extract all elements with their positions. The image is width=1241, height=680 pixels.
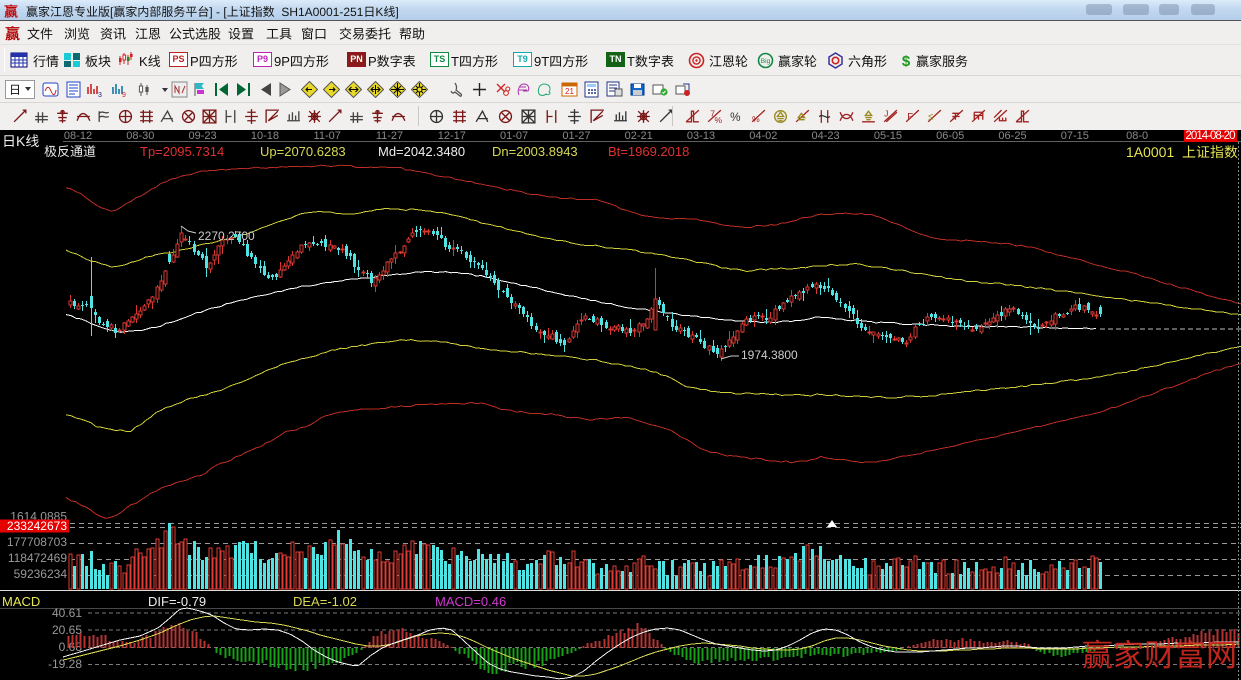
svg-text:10-18: 10-18	[251, 130, 279, 142]
svg-text:1974.3800: 1974.3800	[741, 348, 798, 362]
svg-text:12-17: 12-17	[438, 130, 466, 142]
svg-text:08-0: 08-0	[1126, 130, 1148, 142]
svg-text:05-15: 05-15	[874, 130, 902, 142]
svg-text:04-02: 04-02	[749, 130, 777, 142]
svg-text:233242673: 233242673	[7, 519, 67, 533]
svg-text:11-07: 11-07	[314, 130, 341, 142]
svg-text:MACD=0.46: MACD=0.46	[435, 594, 506, 609]
svg-text:07-15: 07-15	[1061, 130, 1089, 142]
svg-text:02-21: 02-21	[625, 130, 653, 142]
svg-text:11-27: 11-27	[376, 130, 403, 142]
svg-text:177708703: 177708703	[7, 535, 67, 549]
svg-text:03-13: 03-13	[687, 130, 715, 142]
svg-text:Bt=1969.2018: Bt=1969.2018	[608, 144, 689, 159]
svg-text:DIF=-0.79: DIF=-0.79	[148, 594, 206, 609]
svg-text:Tp=2095.7314: Tp=2095.7314	[140, 144, 224, 159]
svg-text:DEA=-1.02: DEA=-1.02	[293, 594, 357, 609]
svg-text:Md=2042.3480: Md=2042.3480	[378, 144, 465, 159]
svg-text:09-23: 09-23	[189, 130, 217, 142]
svg-text:01-07: 01-07	[500, 130, 528, 142]
svg-text:40.61: 40.61	[52, 606, 82, 620]
svg-text:20.65: 20.65	[52, 623, 82, 637]
svg-text:06-05: 06-05	[936, 130, 964, 142]
svg-text:118472469: 118472469	[8, 551, 68, 565]
svg-text:2014-08-20: 2014-08-20	[1186, 130, 1236, 142]
svg-text:08-12: 08-12	[64, 130, 92, 142]
svg-text:2270.2700: 2270.2700	[198, 229, 255, 243]
svg-text:04-23: 04-23	[812, 130, 840, 142]
svg-text:01-27: 01-27	[562, 130, 590, 142]
svg-text:59236234: 59236234	[14, 567, 68, 581]
svg-text:Up=2070.6283: Up=2070.6283	[260, 144, 346, 159]
svg-text:Dn=2003.8943: Dn=2003.8943	[492, 144, 578, 159]
svg-text:08-30: 08-30	[126, 130, 154, 142]
svg-text:06-25: 06-25	[998, 130, 1026, 142]
svg-text:MACD: MACD	[2, 594, 40, 609]
